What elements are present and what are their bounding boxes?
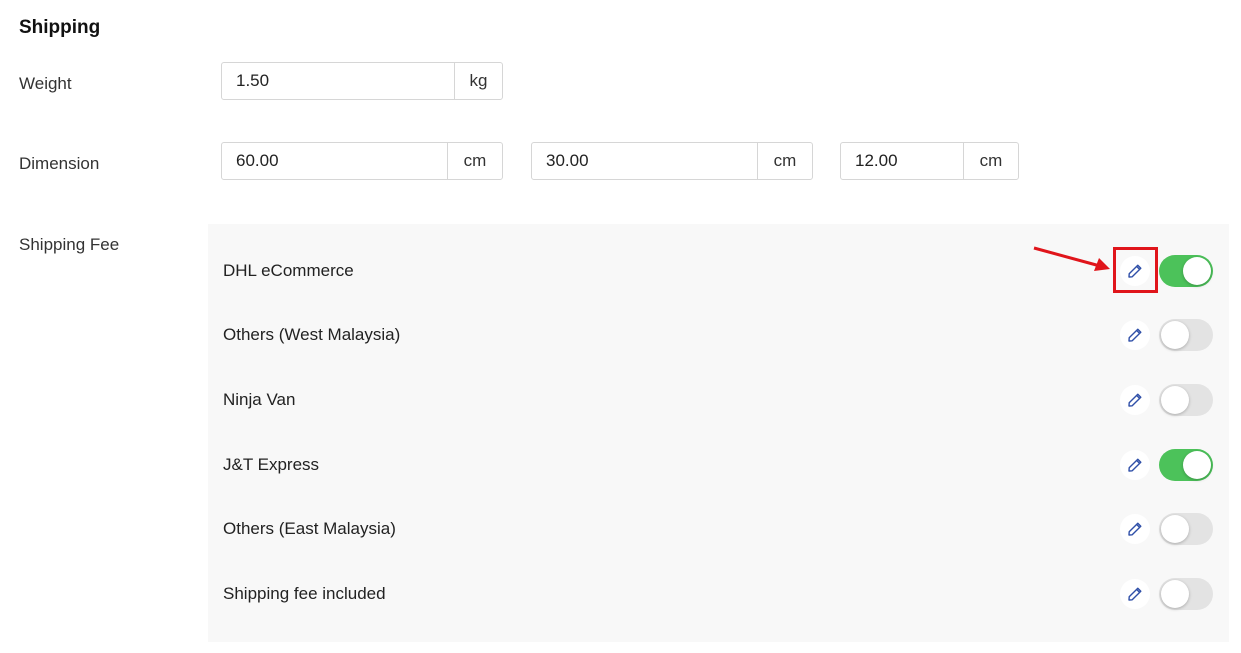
shipping-section: Shipping Weight kg Dimension cm cm cm Sh…	[0, 0, 1241, 653]
shipping-option-row: DHL eCommerce	[208, 252, 1229, 292]
shipping-option-name: Ninja Van	[223, 390, 296, 409]
dimension-width-input[interactable]	[532, 143, 757, 179]
edit-shipping-button[interactable]	[1120, 450, 1150, 480]
toggle-knob	[1161, 515, 1189, 543]
edit-shipping-button[interactable]	[1120, 579, 1150, 609]
weight-label: Weight	[19, 74, 72, 93]
shipping-option-name: Others (East Malaysia)	[223, 519, 396, 538]
shipping-option-row: Ninja Van	[208, 381, 1229, 421]
shipping-option-name: Others (West Malaysia)	[223, 325, 401, 344]
shipping-option-toggle[interactable]	[1159, 513, 1213, 545]
weight-input-group: kg	[221, 62, 503, 100]
shipping-option-toggle[interactable]	[1159, 578, 1213, 610]
shipping-option-toggle[interactable]	[1159, 319, 1213, 351]
dimension-length-input[interactable]	[222, 143, 447, 179]
shipping-fee-panel: DHL eCommerce Others (West Malaysia) Nin…	[208, 224, 1229, 642]
shipping-fee-label: Shipping Fee	[19, 235, 120, 254]
weight-unit: kg	[454, 63, 502, 99]
dimension-height-unit: cm	[963, 143, 1018, 179]
toggle-knob	[1183, 257, 1211, 285]
pencil-icon	[1128, 328, 1142, 342]
section-title: Shipping	[19, 17, 101, 38]
shipping-option-toggle[interactable]	[1159, 384, 1213, 416]
shipping-option-toggle[interactable]	[1159, 449, 1213, 481]
toggle-knob	[1183, 451, 1211, 479]
toggle-knob	[1161, 386, 1189, 414]
shipping-option-name: J&T Express	[223, 455, 320, 474]
dimension-height-group: cm	[840, 142, 1019, 180]
pencil-icon	[1128, 393, 1142, 407]
dimension-label: Dimension	[19, 154, 100, 173]
pencil-icon	[1128, 587, 1142, 601]
dimension-height-input[interactable]	[841, 143, 963, 179]
dimension-width-group: cm	[531, 142, 813, 180]
edit-shipping-button[interactable]	[1120, 514, 1150, 544]
pencil-icon	[1128, 458, 1142, 472]
dimension-length-unit: cm	[447, 143, 502, 179]
shipping-option-row: J&T Express	[208, 446, 1229, 486]
weight-input[interactable]	[222, 63, 454, 99]
toggle-knob	[1161, 321, 1189, 349]
toggle-knob	[1161, 580, 1189, 608]
edit-shipping-button[interactable]	[1120, 256, 1150, 286]
shipping-option-name: DHL eCommerce	[223, 261, 354, 280]
dimension-width-unit: cm	[757, 143, 812, 179]
shipping-option-row: Shipping fee included	[208, 575, 1229, 615]
edit-shipping-button[interactable]	[1120, 320, 1150, 350]
shipping-option-row: Others (East Malaysia)	[208, 510, 1229, 550]
shipping-option-row: Others (West Malaysia)	[208, 316, 1229, 356]
shipping-option-name: Shipping fee included	[223, 584, 386, 603]
pencil-icon	[1128, 522, 1142, 536]
shipping-option-toggle[interactable]	[1159, 255, 1213, 287]
pencil-icon	[1128, 264, 1142, 278]
edit-shipping-button[interactable]	[1120, 385, 1150, 415]
dimension-length-group: cm	[221, 142, 503, 180]
